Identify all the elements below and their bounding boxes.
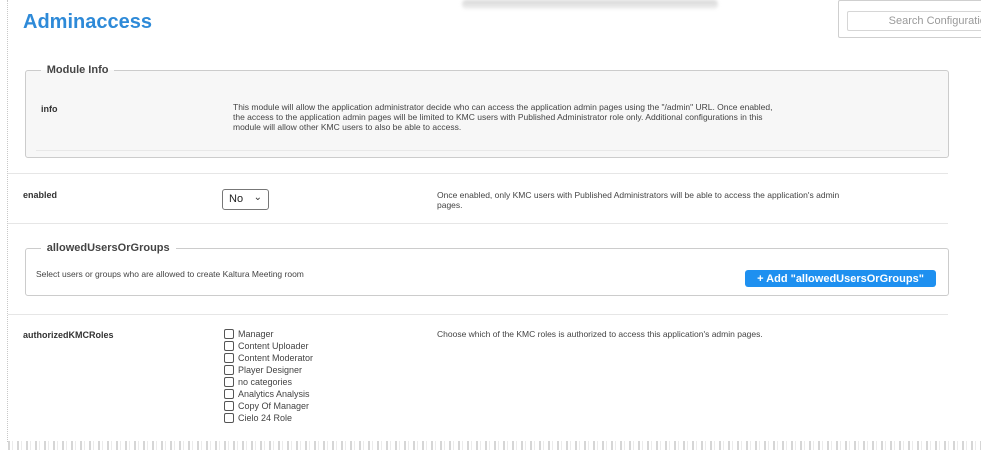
- role-option[interactable]: Copy Of Manager: [224, 400, 313, 412]
- role-label: no categories: [238, 377, 293, 387]
- role-option[interactable]: Content Moderator: [224, 352, 313, 364]
- enabled-select[interactable]: No ⌄: [222, 189, 269, 210]
- role-label: Copy Of Manager: [238, 401, 310, 411]
- module-info-legend: Module Info: [46, 64, 109, 76]
- allowed-users-description: Select users or groups who are allowed t…: [36, 269, 304, 279]
- role-label: Content Uploader: [238, 341, 309, 351]
- page-frame-left-edge: [7, 0, 8, 442]
- role-label: Manager: [238, 329, 274, 339]
- checkbox[interactable]: [224, 341, 234, 351]
- section-divider: [8, 223, 948, 224]
- checkbox[interactable]: [224, 401, 234, 411]
- role-option[interactable]: Analytics Analysis: [224, 388, 313, 400]
- checkbox[interactable]: [224, 389, 234, 399]
- info-description: This module will allow the application a…: [233, 102, 773, 132]
- checkbox[interactable]: [224, 353, 234, 363]
- search-container: [838, 0, 981, 38]
- role-option[interactable]: Player Designer: [224, 364, 313, 376]
- section-divider: [8, 314, 948, 315]
- role-label: Player Designer: [238, 365, 303, 375]
- role-option[interactable]: Content Uploader: [224, 340, 313, 352]
- allowed-users-legend: allowedUsersOrGroups: [46, 242, 170, 254]
- torn-page-edge: [8, 441, 981, 450]
- checkbox[interactable]: [224, 329, 234, 339]
- role-option[interactable]: no categories: [224, 376, 313, 388]
- role-label: Analytics Analysis: [238, 389, 310, 399]
- role-label: Content Moderator: [238, 353, 314, 363]
- role-option[interactable]: Manager: [224, 328, 313, 340]
- enabled-description: Once enabled, only KMC users with Publis…: [437, 190, 840, 210]
- page-title: Adminaccess: [23, 11, 152, 33]
- role-option[interactable]: Cielo 24 Role: [224, 412, 313, 424]
- module-info-divider: [36, 150, 940, 151]
- authorized-roles-label: authorizedKMCRoles: [23, 330, 114, 340]
- checkbox[interactable]: [224, 365, 234, 375]
- chevron-down-icon: ⌄: [253, 192, 262, 203]
- enabled-label: enabled: [23, 190, 58, 200]
- search-input[interactable]: [847, 11, 981, 31]
- info-label: info: [41, 104, 58, 114]
- enabled-select-value: No: [229, 193, 244, 205]
- section-divider: [8, 173, 948, 174]
- add-allowed-users-button[interactable]: + Add "allowedUsersOrGroups": [745, 270, 936, 287]
- blurred-header-region: [462, 0, 718, 9]
- checkbox[interactable]: [224, 377, 234, 387]
- role-label: Cielo 24 Role: [238, 413, 293, 423]
- checkbox[interactable]: [224, 413, 234, 423]
- roles-checkbox-list: Manager Content Uploader Content Moderat…: [224, 328, 313, 424]
- authorized-roles-description: Choose which of the KMC roles is authori…: [437, 329, 763, 339]
